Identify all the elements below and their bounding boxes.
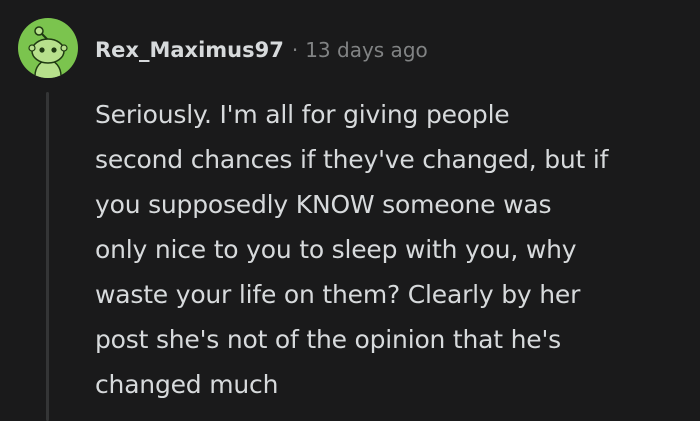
comment-body: Seriously. I'm all for giving people sec… xyxy=(95,92,685,407)
username-link[interactable]: Rex_Maximus97 xyxy=(95,38,284,62)
meta-separator: · xyxy=(291,38,299,62)
comment-body-line: second chances if they've changed, but i… xyxy=(95,145,609,174)
comment-body-line: waste your life on them? Clearly by her xyxy=(95,280,581,309)
timestamp-link[interactable]: 13 days ago xyxy=(305,38,428,62)
comment-body-line: changed much xyxy=(95,370,279,399)
comment-body-line: Seriously. I'm all for giving people xyxy=(95,100,510,129)
thread-collapse-line[interactable] xyxy=(46,92,49,421)
comment-body-line: post she's not of the opinion that he's xyxy=(95,325,561,354)
comment-body-line: you supposedly KNOW someone was xyxy=(95,190,552,219)
comment-body-line: only nice to you to sleep with you, why xyxy=(95,235,577,264)
comment: Rex_Maximus97 · 13 days ago Seriously. I… xyxy=(0,0,700,421)
user-avatar[interactable] xyxy=(18,18,78,78)
snoo-avatar-icon xyxy=(28,26,68,78)
comment-meta: Rex_Maximus97 · 13 days ago xyxy=(95,32,428,68)
